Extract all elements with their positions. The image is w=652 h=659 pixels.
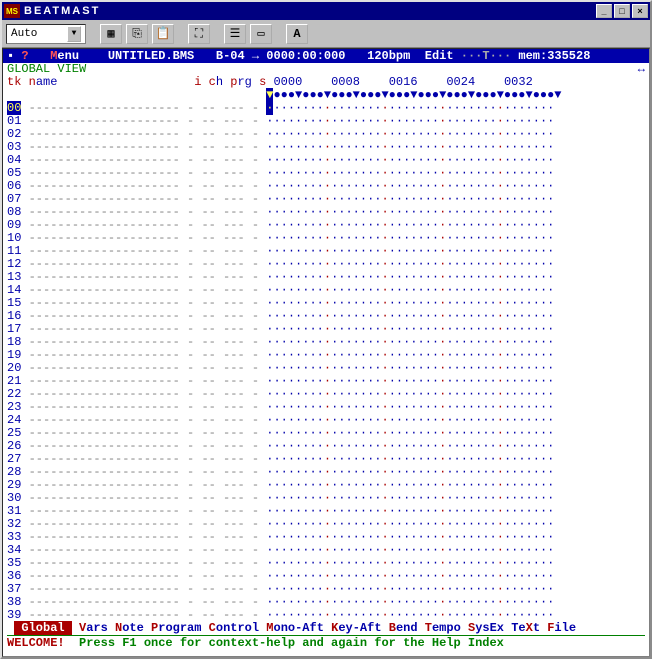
window-title: BEATMAST [24,5,596,17]
view-tabs[interactable]: Global Vars Note Program Control Mono-Af… [3,621,649,635]
tempo-label: 120bpm [367,49,410,63]
content-area: ▪ ? Menu UNTITLED.BMS B-04 → 0000:00:000… [2,48,650,657]
track-row[interactable]: 27 --------------------- - -- --- - ····… [7,452,554,466]
track-row[interactable]: 30 --------------------- - -- --- - ····… [7,491,554,505]
track-row[interactable]: 13 --------------------- - -- --- - ····… [7,270,554,284]
minimize-button[interactable]: _ [596,4,612,18]
track-row[interactable]: 01 --------------------- - -- --- - ····… [7,114,554,128]
track-row[interactable]: 22 --------------------- - -- --- - ····… [7,387,554,401]
menu-item[interactable]: enu [57,49,79,63]
tab-item[interactable]: Mono-Aft [266,621,324,635]
track-row[interactable]: 02 --------------------- - -- --- - ····… [7,127,554,141]
track-row[interactable]: 10 --------------------- - -- --- - ····… [7,231,554,245]
copy-icon[interactable]: ⎘ [126,24,148,44]
app-menubar[interactable]: ▪ ? Menu UNTITLED.BMS B-04 → 0000:00:000… [3,49,649,63]
tab-global[interactable]: Global [14,621,72,635]
tab-item[interactable]: SysEx [468,621,504,635]
titlebar[interactable]: MS BEATMAST _ □ × [2,2,650,20]
track-row[interactable]: 17 --------------------- - -- --- - ····… [7,322,554,336]
arrow-icon: → [252,49,259,63]
track-row[interactable]: 16 --------------------- - -- --- - ····… [7,309,554,323]
tab-item[interactable]: File [547,621,576,635]
edit-label[interactable]: Edit [425,49,454,63]
help-menu[interactable]: ? [21,49,28,63]
track-row[interactable]: 07 --------------------- - -- --- - ····… [7,192,554,206]
track-row[interactable]: 12 --------------------- - -- --- - ····… [7,257,554,271]
track-row[interactable]: 06 --------------------- - -- --- - ····… [7,179,554,193]
track-row[interactable]: 26 --------------------- - -- --- - ····… [7,439,554,453]
timeline-ruler[interactable]: ▼●●●▼●●●▼●●●▼●●●▼●●●▼●●●▼●●●▼●●●▼●●●▼●●●… [7,88,562,102]
paste-icon[interactable]: 📋 [152,24,174,44]
track-row[interactable]: 21 --------------------- - -- --- - ····… [7,374,554,388]
tab-item[interactable]: Bend [389,621,418,635]
track-row[interactable]: 37 --------------------- - -- --- - ····… [7,582,554,596]
fullscreen-icon[interactable]: ⛶ [188,24,210,44]
menu-item-m: M [50,49,57,63]
track-row[interactable]: 25 --------------------- - -- --- - ····… [7,426,554,440]
track-row[interactable]: 00 --------------------- - -- --- - ····… [7,101,554,115]
workspace[interactable]: GLOBAL VIEW↔ tk name i ch prg s 0000 000… [3,63,649,621]
bar-label: B-04 [216,49,245,63]
track-row[interactable]: 23 --------------------- - -- --- - ····… [7,400,554,414]
track-row[interactable]: 11 --------------------- - -- --- - ····… [7,244,554,258]
tab-item[interactable]: Vars [79,621,108,635]
tab-item[interactable]: Note [115,621,144,635]
toolbar-btn-1[interactable]: ▦ [100,24,122,44]
close-box[interactable]: ▪ [7,49,21,63]
track-row[interactable]: 03 --------------------- - -- --- - ····… [7,140,554,154]
track-row[interactable]: 31 --------------------- - -- --- - ····… [7,504,554,518]
track-indicator: ···T··· [461,49,511,63]
app-icon: MS [4,4,20,18]
track-row[interactable]: 09 --------------------- - -- --- - ····… [7,218,554,232]
track-row[interactable]: 32 --------------------- - -- --- - ····… [7,517,554,531]
track-row[interactable]: 35 --------------------- - -- --- - ····… [7,556,554,570]
track-row[interactable]: 34 --------------------- - -- --- - ····… [7,543,554,557]
filename-label: UNTITLED.BMS [108,49,194,63]
track-row[interactable]: 04 --------------------- - -- --- - ····… [7,153,554,167]
track-row[interactable]: 28 --------------------- - -- --- - ····… [7,465,554,479]
scroll-right-icon[interactable]: ↔ [638,63,645,76]
toolbar: Auto ▼ ▦ ⎘ 📋 ⛶ ☰ ▭ A [2,20,650,48]
track-row[interactable]: 29 --------------------- - -- --- - ····… [7,478,554,492]
tab-item[interactable]: Control [209,621,259,635]
maximize-button[interactable]: □ [614,4,630,18]
track-row[interactable]: 20 --------------------- - -- --- - ····… [7,361,554,375]
tab-item[interactable]: Program [151,621,201,635]
track-row[interactable]: 08 --------------------- - -- --- - ····… [7,205,554,219]
track-row[interactable]: 33 --------------------- - -- --- - ····… [7,530,554,544]
track-row[interactable]: 38 --------------------- - -- --- - ····… [7,595,554,609]
track-row[interactable]: 24 --------------------- - -- --- - ····… [7,413,554,427]
track-row[interactable]: 05 --------------------- - -- --- - ····… [7,166,554,180]
tab-item[interactable]: Key-Aft [331,621,381,635]
tab-item[interactable]: TeXt [511,621,540,635]
background-icon[interactable]: ▭ [250,24,272,44]
track-row[interactable]: 15 --------------------- - -- --- - ····… [7,296,554,310]
app-window: MS BEATMAST _ □ × Auto ▼ ▦ ⎘ 📋 ⛶ ☰ ▭ A ▪… [0,0,652,659]
track-list[interactable]: 00 --------------------- - -- --- - ····… [7,102,645,621]
combo-arrow-icon[interactable]: ▼ [67,26,81,42]
properties-icon[interactable]: ☰ [224,24,246,44]
time-label: 0000:00:000 [266,49,345,63]
status-bar: WELCOME! Press F1 once for context-help … [3,636,649,650]
tab-item[interactable]: Tempo [425,621,461,635]
track-row[interactable]: 39 --------------------- - -- --- - ····… [7,608,554,621]
close-button[interactable]: × [632,4,648,18]
track-row[interactable]: 18 --------------------- - -- --- - ····… [7,335,554,349]
combo-value: Auto [11,28,37,40]
mem-label: mem:335528 [518,49,590,63]
track-row[interactable]: 19 --------------------- - -- --- - ····… [7,348,554,362]
mode-combo[interactable]: Auto ▼ [6,24,86,44]
track-row[interactable]: 36 --------------------- - -- --- - ····… [7,569,554,583]
track-row[interactable]: 14 --------------------- - -- --- - ····… [7,283,554,297]
font-icon[interactable]: A [286,24,308,44]
column-headers: tk name i ch prg s 0000 0008 0016 0024 0… [7,75,533,89]
